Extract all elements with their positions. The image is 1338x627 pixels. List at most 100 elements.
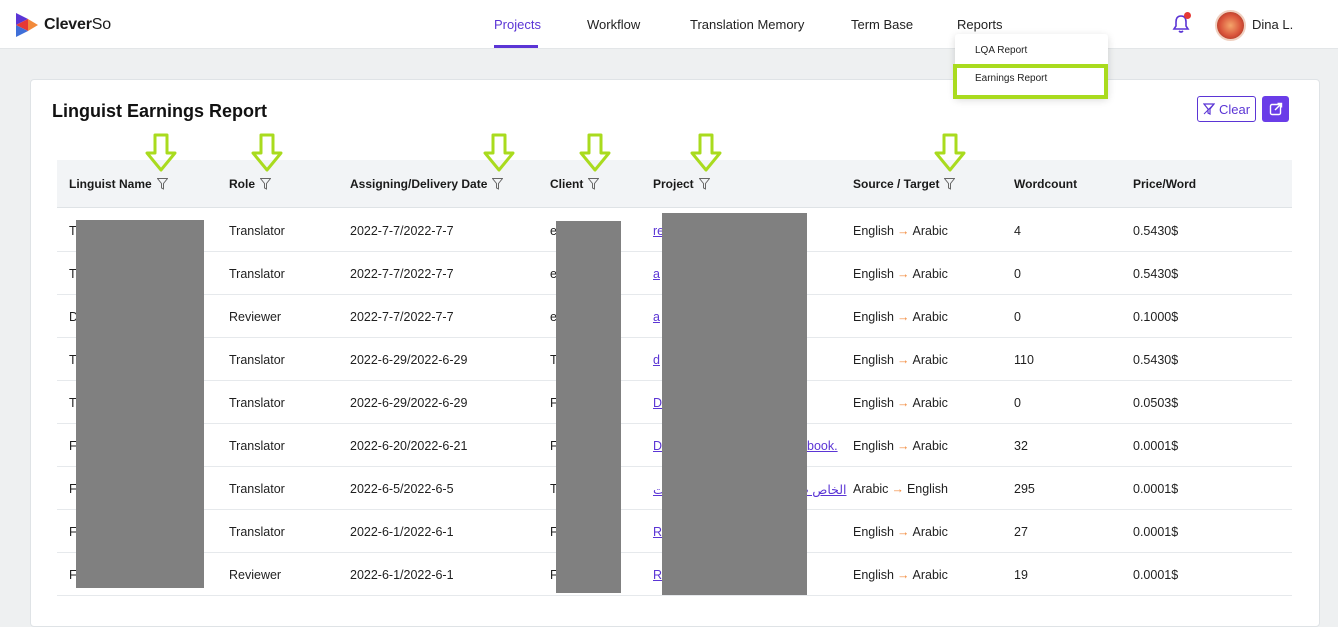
cell-role: Translator: [229, 267, 285, 281]
export-button[interactable]: [1262, 96, 1289, 122]
annotation-arrow-icon: [690, 133, 722, 172]
cleverso-logo-icon: [16, 13, 38, 37]
brand-logo[interactable]: CleverSo: [14, 9, 111, 41]
cell-role: Translator: [229, 439, 285, 453]
cell-project-link[interactable]: D: [653, 439, 662, 453]
cell-languages: English → Arabic: [853, 267, 948, 281]
cell-languages: English → Arabic: [853, 224, 948, 238]
cell-project-link[interactable]: D: [653, 396, 662, 410]
avatar[interactable]: [1215, 10, 1246, 41]
cell-wordcount: 27: [1014, 525, 1028, 539]
cell-wordcount: 19: [1014, 568, 1028, 582]
redaction-block-project: [662, 213, 807, 595]
redaction-block-linguist: [76, 220, 204, 588]
filter-icon[interactable]: [492, 178, 504, 190]
cell-project-link[interactable]: R: [653, 525, 662, 539]
cell-languages: English → Arabic: [853, 396, 948, 410]
cell-dates: 2022-7-7/2022-7-7: [350, 267, 454, 281]
top-navigation-bar: CleverSo Projects Workflow Translation M…: [0, 0, 1338, 49]
cell-price: 0.5430$: [1133, 353, 1179, 367]
cell-dates: 2022-7-7/2022-7-7: [350, 310, 454, 324]
arrow-right-icon: →: [891, 482, 904, 496]
cell-languages: English → Arabic: [853, 353, 948, 367]
annotation-arrow-icon: [251, 133, 283, 172]
filter-icon[interactable]: [698, 178, 710, 190]
nav-workflow[interactable]: Workflow: [587, 17, 640, 32]
nav-projects[interactable]: Projects: [494, 17, 541, 32]
cell-project-link[interactable]: a: [653, 267, 660, 281]
cell-price: 0.0001$: [1133, 568, 1179, 582]
notification-dot: [1184, 12, 1191, 19]
cell-dates: 2022-6-5/2022-6-5: [350, 482, 454, 496]
cell-dates: 2022-6-29/2022-6-29: [350, 353, 468, 367]
menu-item-lqa-report[interactable]: LQA Report: [975, 45, 1027, 56]
arrow-right-icon: →: [897, 525, 910, 539]
header-source-target: Source / Target: [853, 177, 956, 191]
cell-wordcount: 0: [1014, 310, 1021, 324]
cell-dates: 2022-6-20/2022-6-21: [350, 439, 468, 453]
cell-price: 0.0001$: [1133, 482, 1179, 496]
annotation-arrow-icon: [483, 133, 515, 172]
cell-role: Translator: [229, 525, 285, 539]
cell-project-link[interactable]: a: [653, 310, 660, 324]
header-role: Role: [229, 177, 272, 191]
cell-price: 0.5430$: [1133, 267, 1179, 281]
arrow-right-icon: →: [897, 396, 910, 410]
cell-wordcount: 4: [1014, 224, 1021, 238]
filter-icon[interactable]: [260, 178, 272, 190]
brand-name: CleverSo: [44, 16, 111, 33]
cell-role: Reviewer: [229, 568, 282, 582]
clear-button-label: Clear: [1218, 101, 1251, 117]
cell-languages: Arabic → English: [853, 482, 948, 496]
cell-price: 0.5430$: [1133, 224, 1179, 238]
nav-term-base[interactable]: Term Base: [851, 17, 913, 32]
nav-reports[interactable]: Reports: [957, 17, 1003, 32]
cell-wordcount: 0: [1014, 396, 1021, 410]
arrow-right-icon: →: [897, 439, 910, 453]
redaction-block-client: [556, 221, 621, 593]
cell-role: Translator: [229, 353, 285, 367]
clear-filters-button[interactable]: Clear: [1197, 96, 1256, 122]
header-project: Project: [653, 177, 710, 191]
filter-clear-icon: [1202, 103, 1215, 115]
cell-languages: English → Arabic: [853, 568, 948, 582]
header-dates: Assigning/Delivery Date: [350, 177, 504, 191]
arrow-right-icon: →: [897, 568, 910, 582]
cell-role: Translator: [229, 224, 285, 238]
cell-dates: 2022-6-1/2022-6-1: [350, 568, 454, 582]
annotation-arrow-icon: [934, 133, 966, 172]
cell-dates: 2022-6-29/2022-6-29: [350, 396, 468, 410]
cell-role: Reviewer: [229, 310, 282, 324]
arrow-right-icon: →: [897, 224, 910, 238]
cell-price: 0.1000$: [1133, 310, 1179, 324]
cell-languages: English → Arabic: [853, 525, 948, 539]
cell-project-link[interactable]: R: [653, 568, 662, 582]
user-name[interactable]: Dina L.: [1252, 17, 1293, 32]
cell-project-tail[interactable]: book.: [807, 439, 838, 453]
header-wordcount: Wordcount: [1014, 177, 1078, 191]
filter-icon[interactable]: [156, 178, 168, 190]
page-title: Linguist Earnings Report: [52, 101, 268, 121]
cell-dates: 2022-7-7/2022-7-7: [350, 224, 454, 238]
cell-role: Translator: [229, 396, 285, 410]
cell-wordcount: 0: [1014, 267, 1021, 281]
cell-languages: English → Arabic: [853, 310, 948, 324]
header-price-per-word: Price/Word: [1133, 177, 1197, 191]
cell-price: 0.0503$: [1133, 396, 1179, 410]
active-tab-indicator: [494, 45, 538, 48]
cell-dates: 2022-6-1/2022-6-1: [350, 525, 454, 539]
filter-icon[interactable]: [944, 178, 956, 190]
external-link-icon: [1269, 102, 1282, 116]
annotation-arrow-icon: [145, 133, 177, 172]
annotation-arrow-icon: [579, 133, 611, 172]
arrow-right-icon: →: [897, 353, 910, 367]
cell-project-link[interactable]: d: [653, 353, 660, 367]
cell-wordcount: 32: [1014, 439, 1028, 453]
filter-icon[interactable]: [588, 178, 600, 190]
arrow-right-icon: →: [897, 267, 910, 281]
highlight-box: [953, 64, 1108, 99]
header-linguist-name: Linguist Name: [69, 177, 168, 191]
cell-languages: English → Arabic: [853, 439, 948, 453]
nav-translation-memory[interactable]: Translation Memory: [690, 17, 804, 32]
cell-price: 0.0001$: [1133, 439, 1179, 453]
